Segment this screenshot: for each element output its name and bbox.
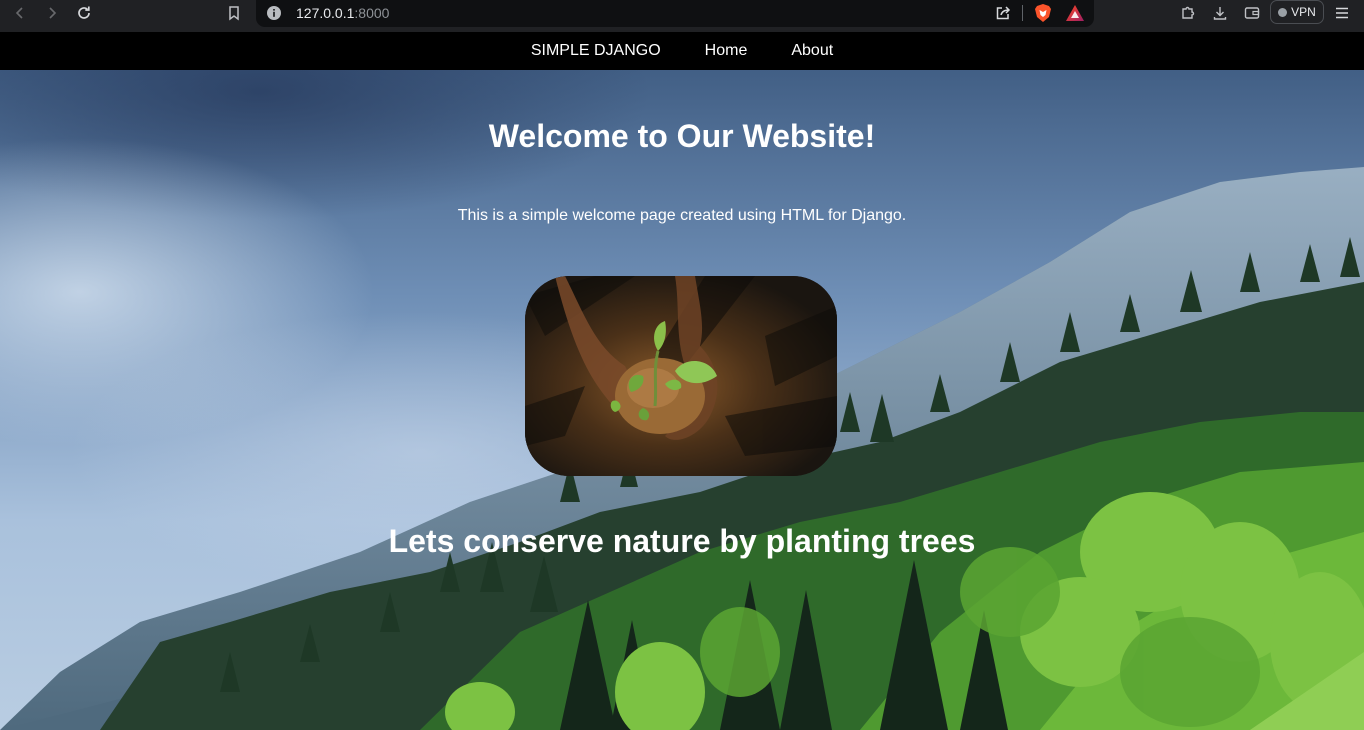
back-button[interactable] (8, 0, 32, 26)
nav-home-link[interactable]: Home (705, 42, 748, 60)
seedling-image (525, 276, 837, 476)
hands-holding-seedling-picture (525, 276, 837, 476)
url-port: :8000 (354, 5, 390, 21)
page-title: Welcome to Our Website! (488, 118, 876, 154)
menu-button[interactable] (1330, 0, 1354, 26)
vpn-status-icon (1278, 7, 1288, 17)
site-info-icon[interactable] (266, 5, 282, 21)
wallet-icon (1244, 7, 1260, 19)
back-icon (15, 7, 23, 19)
vpn-label: VPN (1291, 5, 1316, 19)
share-icon (996, 6, 1011, 20)
menu-icon (1336, 7, 1348, 19)
urlbar-divider (1022, 5, 1023, 21)
downloads-button[interactable] (1208, 0, 1232, 26)
brave-shields-icon (1035, 4, 1051, 22)
address-bar[interactable]: 127.0.0.1:8000 (256, 0, 1094, 27)
url-text: 127.0.0.1:8000 (296, 5, 389, 21)
intro-text: This is a simple welcome page created us… (457, 207, 907, 224)
reload-button[interactable] (72, 0, 96, 26)
nav-brand-link[interactable]: SIMPLE DJANGO (531, 42, 661, 60)
brave-rewards-icon (1066, 5, 1084, 21)
top-navbar: SIMPLE DJANGO Home About (0, 32, 1364, 70)
slogan-heading: Lets conserve nature by planting trees (388, 523, 976, 559)
nav-about-link[interactable]: About (791, 42, 833, 60)
reload-icon (78, 6, 90, 19)
bookmark-icon (229, 6, 239, 21)
forward-button[interactable] (40, 0, 64, 26)
extensions-icon (1182, 6, 1195, 19)
share-button[interactable] (992, 3, 1014, 23)
url-host: 127.0.0.1 (296, 5, 355, 21)
forward-icon (49, 7, 57, 19)
page-viewport: SIMPLE DJANGO Home About Welcome to Our … (0, 32, 1364, 730)
browser-toolbar: 127.0.0.1:8000 VPN (0, 0, 1364, 32)
bookmark-button[interactable] (222, 0, 246, 26)
brave-rewards-button[interactable] (1064, 2, 1086, 24)
downloads-icon (1213, 7, 1227, 20)
brave-shields-button[interactable] (1032, 2, 1054, 24)
wallet-button[interactable] (1240, 0, 1264, 26)
vpn-button[interactable]: VPN (1270, 0, 1324, 24)
extensions-button[interactable] (1176, 0, 1200, 26)
